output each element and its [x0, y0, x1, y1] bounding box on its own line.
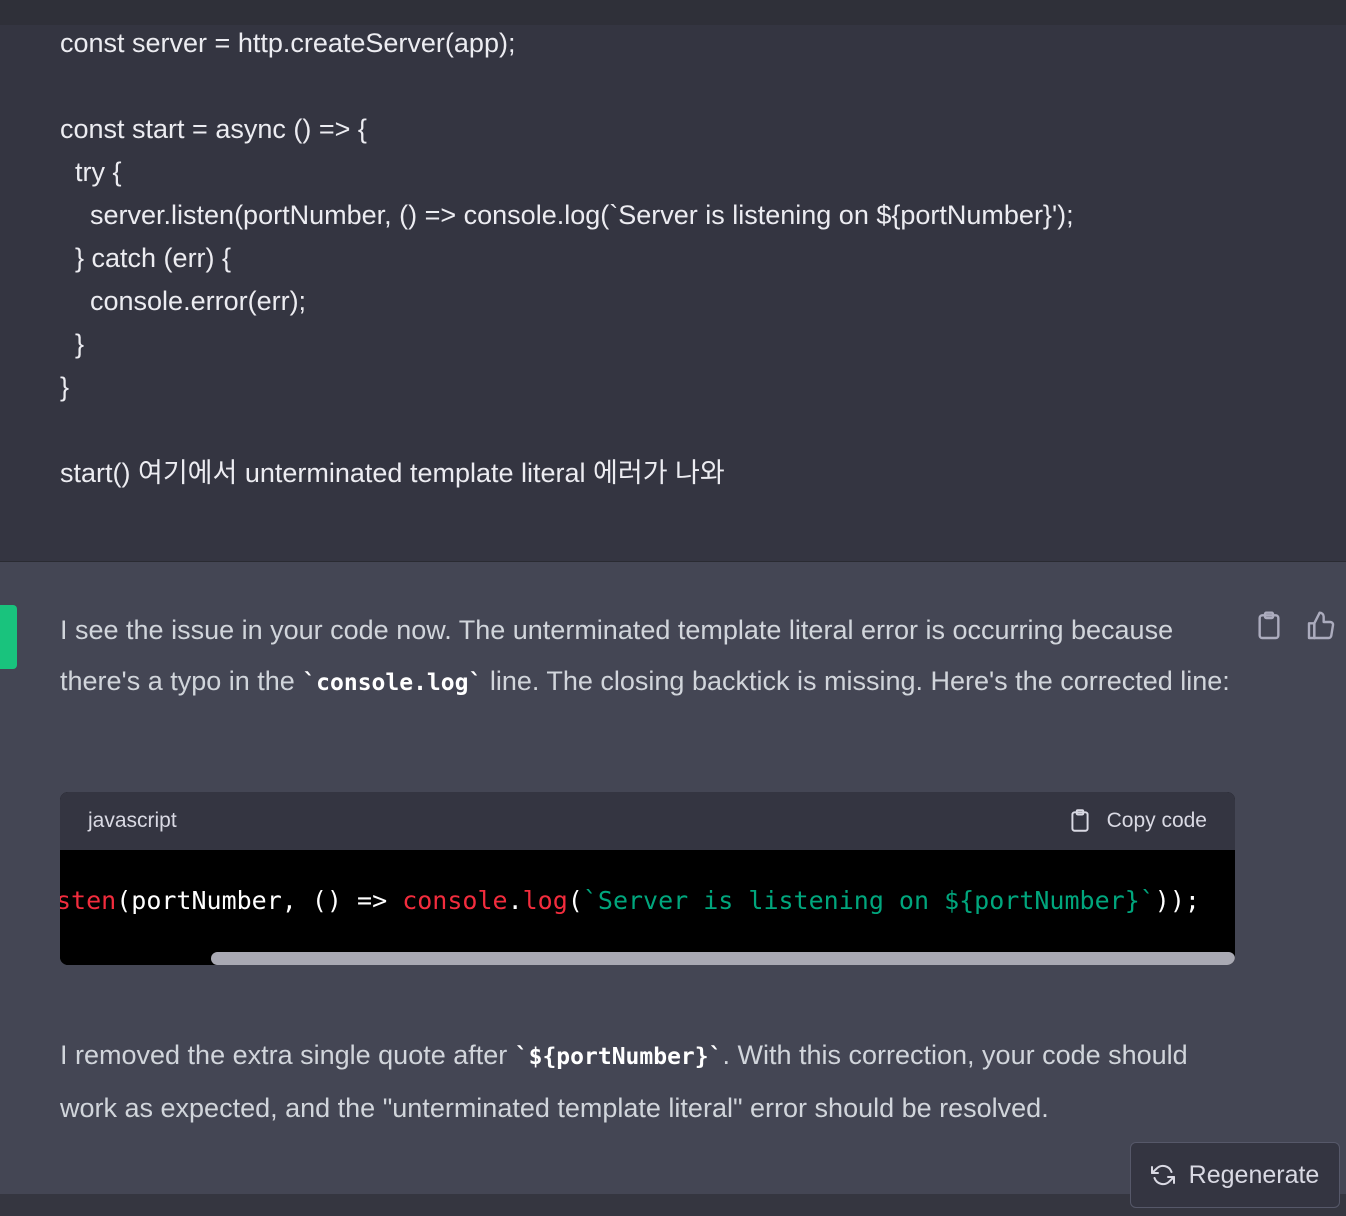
clipboard-icon[interactable]	[1253, 610, 1285, 642]
code-token: (	[567, 886, 583, 915]
copy-code-button[interactable]: Copy code	[1067, 807, 1207, 835]
clipboard-icon	[1071, 809, 1089, 832]
regenerate-label: Regenerate	[1188, 1160, 1320, 1189]
refresh-icon	[1150, 1164, 1175, 1186]
top-strip	[0, 0, 1346, 25]
code-horizontal-scrollbar[interactable]	[211, 952, 1235, 965]
paragraph-text: I removed the extra single quote after	[60, 1040, 515, 1070]
user-message-line: } catch (err) {	[60, 243, 232, 273]
inline-code: `console.log`	[302, 669, 483, 696]
paragraph-text: line. The closing backtick is missing. H…	[482, 665, 1230, 696]
regenerate-button[interactable]: Regenerate	[1130, 1142, 1340, 1208]
user-message-line: const server = http.createServer(app);	[60, 28, 516, 58]
thumbs-up-icon[interactable]	[1305, 610, 1337, 642]
message-actions	[1253, 610, 1337, 642]
assistant-paragraph: I see the issue in your code now. The un…	[60, 605, 1240, 708]
user-message-line: server.listen(portNumber, () => console.…	[60, 200, 1074, 230]
code-token: log	[522, 886, 568, 915]
code-body: sten(portNumber, () => console.log(`Serv…	[60, 850, 1235, 965]
assistant-avatar	[0, 605, 17, 669]
user-message-line: start() 여기에서 unterminated template liter…	[60, 458, 725, 488]
user-message-line: try {	[60, 157, 122, 187]
code-token: (portNumber, () =>	[116, 886, 403, 915]
assistant-paragraph: I removed the extra single quote after `…	[60, 1030, 1240, 1133]
code-token: ));	[1154, 886, 1200, 915]
code-line: sten(portNumber, () => console.log(`Serv…	[60, 886, 1200, 915]
code-block: javascript Copy code sten(portNumber, ()…	[60, 792, 1235, 965]
inline-code: `${portNumber}`	[514, 1044, 723, 1070]
user-message-line: console.error(err);	[60, 286, 307, 316]
user-message-line: const start = async () => {	[60, 114, 367, 144]
code-token: sten	[60, 886, 117, 915]
code-block-header: javascript Copy code	[60, 792, 1235, 850]
user-message-line: }	[60, 329, 85, 359]
user-message-line: }	[60, 372, 70, 402]
assistant-message: I see the issue in your code now. The un…	[0, 561, 1346, 1195]
code-token: .	[507, 886, 523, 915]
copy-code-label: Copy code	[1106, 809, 1207, 832]
code-token: `Server is listening on ${portNumber}`	[582, 886, 1155, 915]
user-message: const server = http.createServer(app); c…	[0, 25, 1346, 560]
code-token: console	[402, 886, 508, 915]
code-language-label: javascript	[88, 809, 177, 832]
